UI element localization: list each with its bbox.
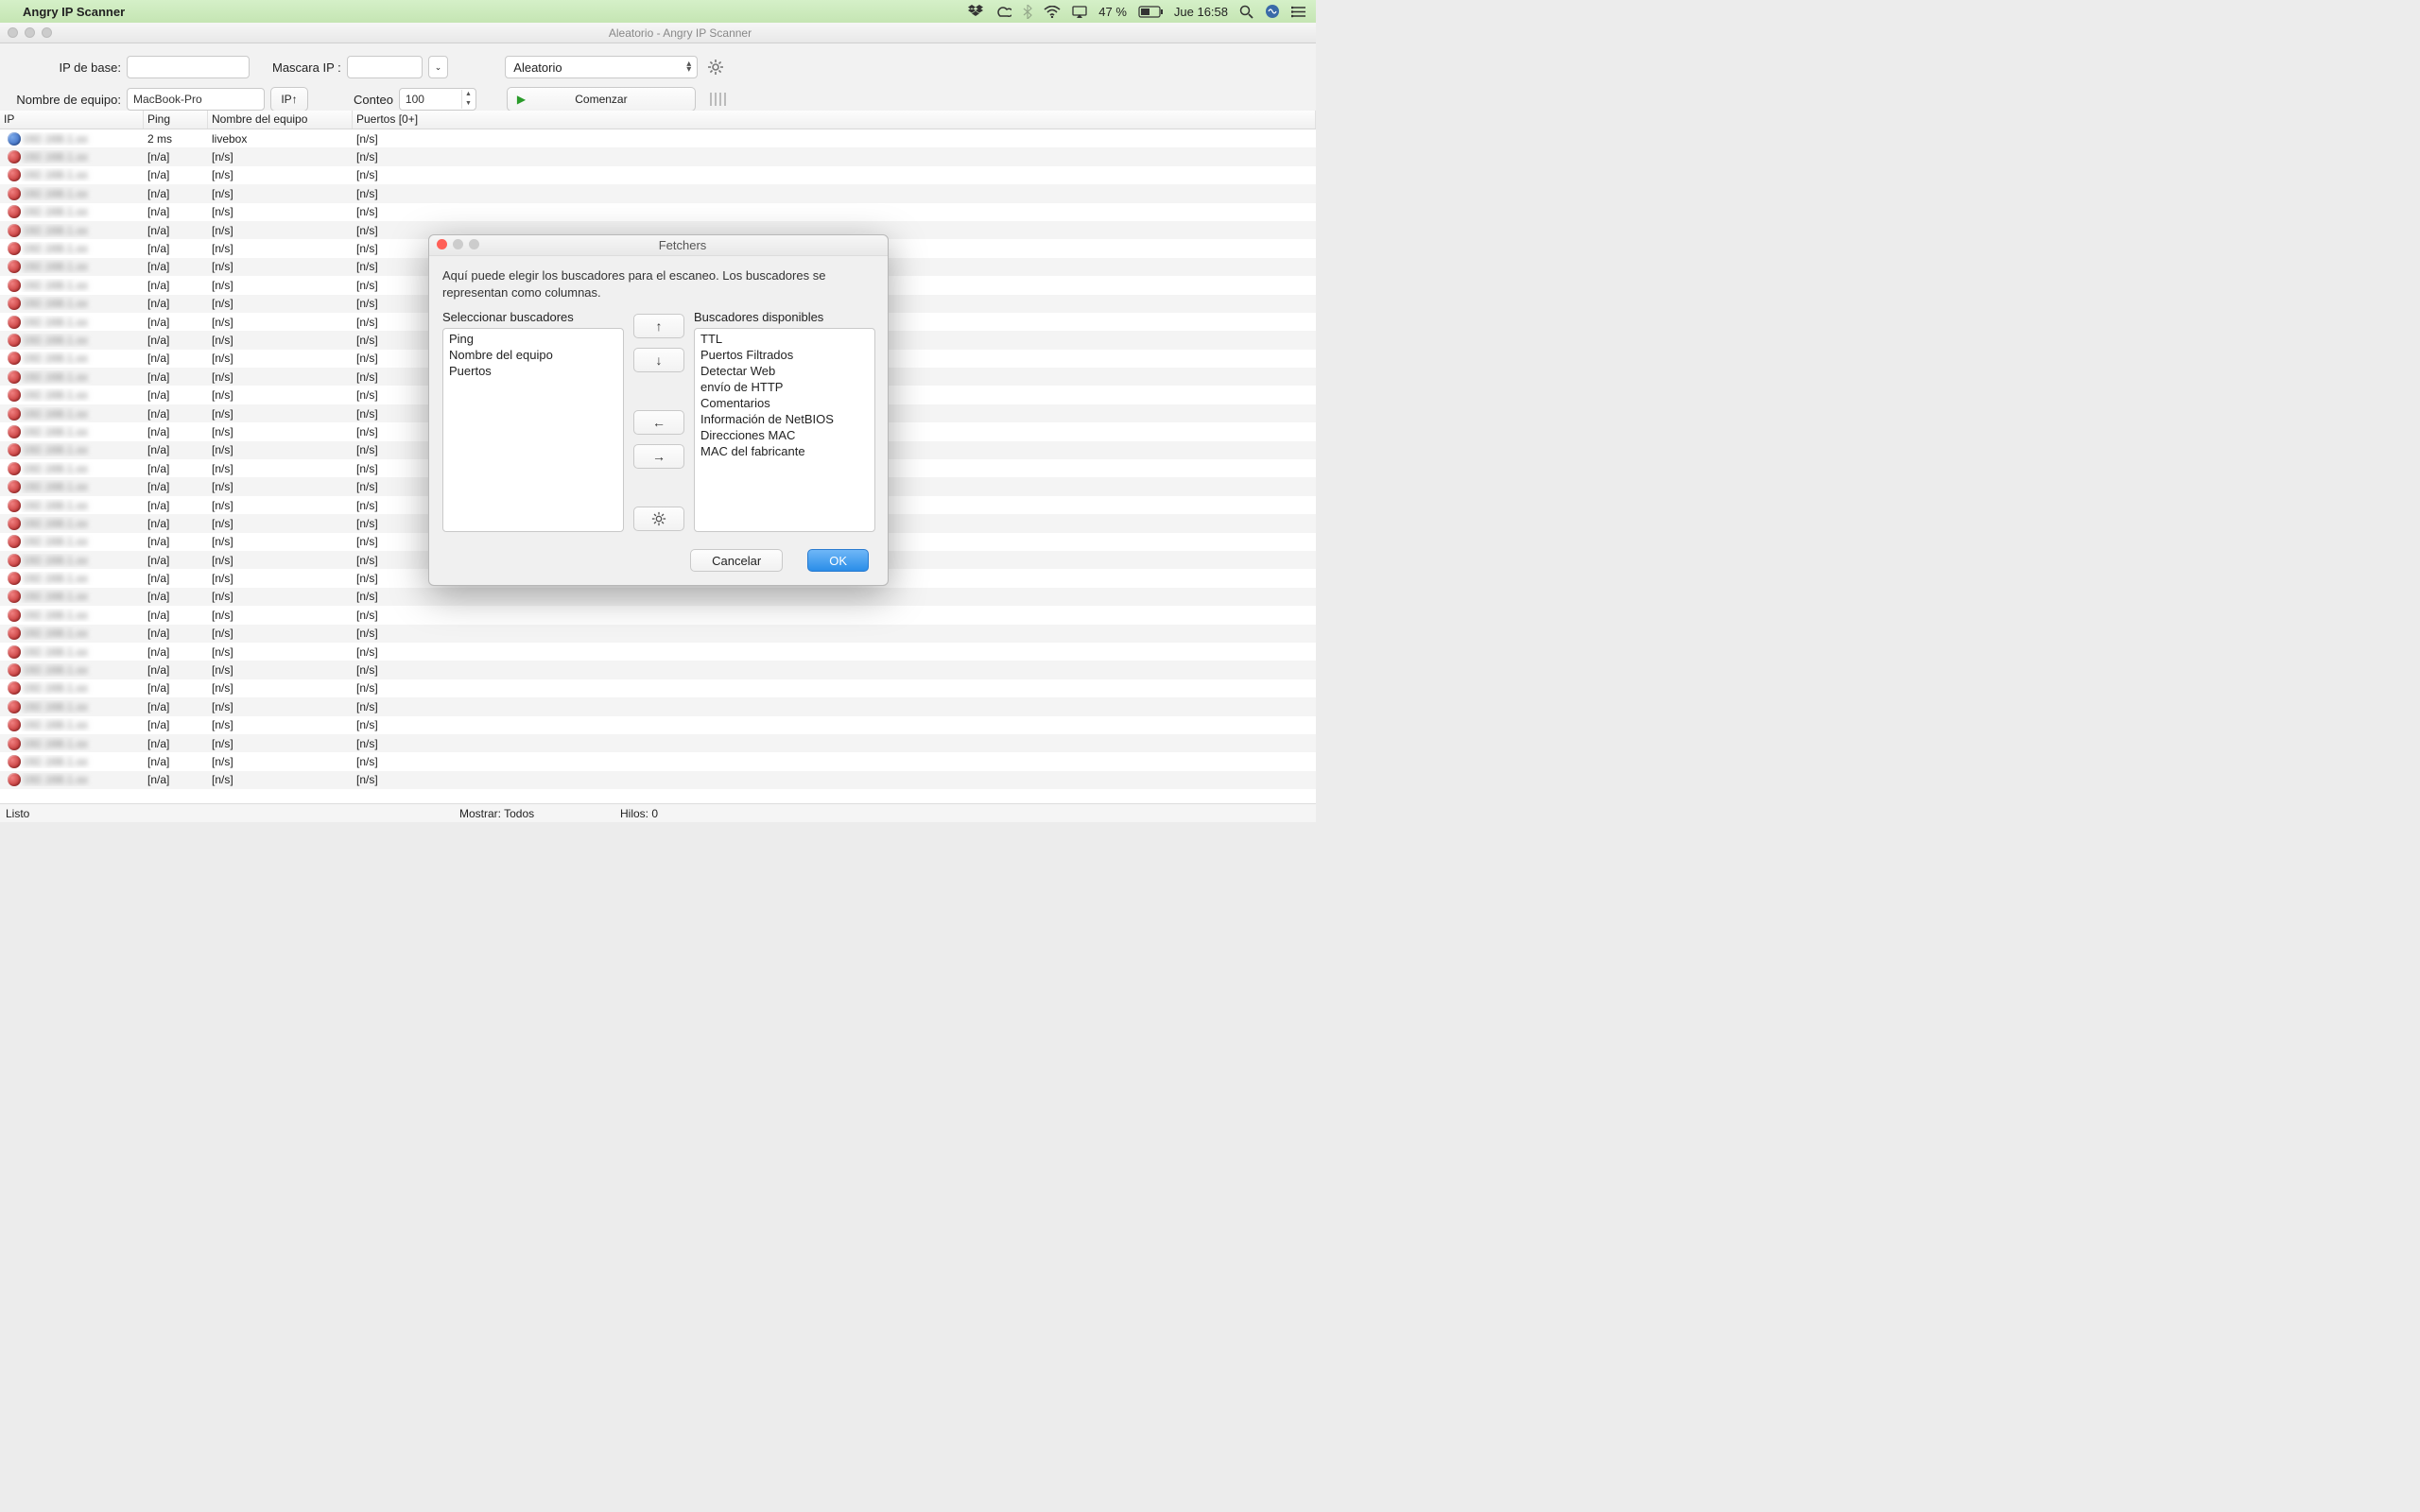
- arrow-up-icon: ↑: [656, 318, 663, 334]
- modal-overlay: Fetchers Aquí puede elegir los buscadore…: [0, 0, 1316, 822]
- fetcher-prefs-button[interactable]: [633, 507, 684, 531]
- list-item[interactable]: Información de NetBIOS: [695, 411, 874, 427]
- add-button[interactable]: ←: [633, 410, 684, 435]
- dialog-titlebar: Fetchers: [429, 235, 888, 256]
- selected-listbox[interactable]: PingNombre del equipoPuertos: [442, 328, 624, 532]
- arrow-right-icon: →: [652, 449, 666, 464]
- arrow-down-icon: ↓: [656, 352, 663, 368]
- list-item[interactable]: Comentarios: [695, 395, 874, 411]
- move-down-button[interactable]: ↓: [633, 348, 684, 372]
- list-item[interactable]: Direcciones MAC: [695, 427, 874, 443]
- gear-icon: [651, 511, 666, 526]
- minimize-icon: [453, 239, 463, 249]
- list-item[interactable]: Detectar Web: [695, 363, 874, 379]
- dialog-title: Fetchers: [485, 238, 880, 252]
- available-label: Buscadores disponibles: [694, 310, 875, 324]
- remove-button[interactable]: →: [633, 444, 684, 469]
- list-item[interactable]: Ping: [443, 331, 623, 347]
- list-item[interactable]: TTL: [695, 331, 874, 347]
- available-listbox[interactable]: TTLPuertos FiltradosDetectar Webenvío de…: [694, 328, 875, 532]
- list-item[interactable]: Nombre del equipo: [443, 347, 623, 363]
- zoom-icon: [469, 239, 479, 249]
- arrow-left-icon: ←: [652, 415, 666, 430]
- close-icon[interactable]: [437, 239, 447, 249]
- list-item[interactable]: envío de HTTP: [695, 379, 874, 395]
- fetchers-dialog: Fetchers Aquí puede elegir los buscadore…: [428, 234, 889, 586]
- list-item[interactable]: MAC del fabricante: [695, 443, 874, 459]
- list-item[interactable]: Puertos: [443, 363, 623, 379]
- move-up-button[interactable]: ↑: [633, 314, 684, 338]
- ok-button[interactable]: OK: [807, 549, 869, 572]
- cancel-button[interactable]: Cancelar: [690, 549, 783, 572]
- selected-label: Seleccionar buscadores: [442, 310, 624, 324]
- dialog-description: Aquí puede elegir los buscadores para el…: [442, 267, 874, 301]
- list-item[interactable]: Puertos Filtrados: [695, 347, 874, 363]
